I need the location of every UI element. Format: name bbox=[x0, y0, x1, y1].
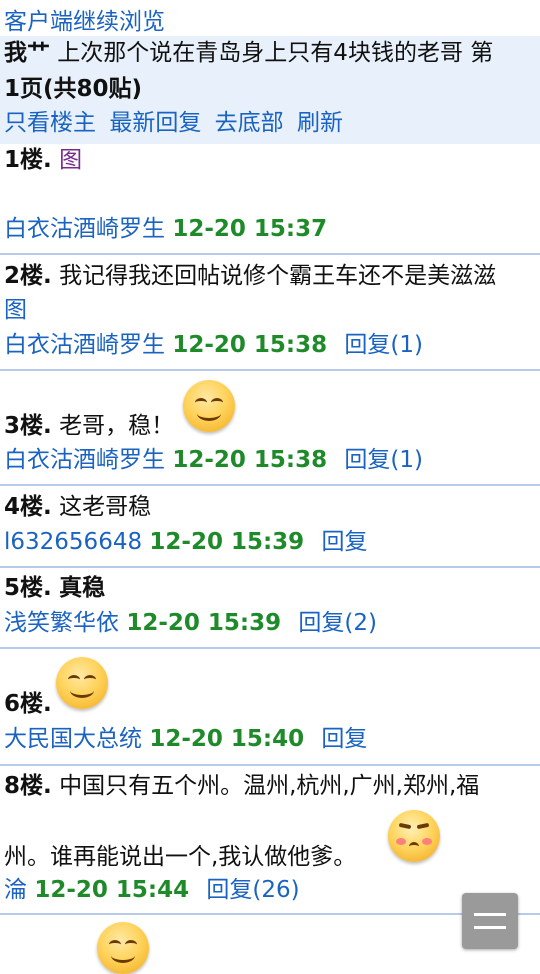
reply-link[interactable]: 回复(2) bbox=[298, 610, 377, 636]
author-link[interactable]: 淪 bbox=[4, 877, 27, 903]
post-time: 12-20 15:40 bbox=[149, 726, 305, 752]
divider bbox=[0, 253, 540, 255]
blush-icon bbox=[388, 810, 440, 862]
post-content: 这老哥稳 bbox=[59, 494, 152, 520]
post-3-meta: 白衣沽酒崎罗生 12-20 15:38 回复(1) bbox=[4, 443, 423, 477]
divider bbox=[0, 484, 540, 486]
post-time: 12-20 15:37 bbox=[172, 216, 328, 242]
image-link[interactable]: 图 bbox=[59, 147, 82, 173]
floor-number: 2楼. bbox=[4, 263, 52, 289]
refresh-link[interactable]: 刷新 bbox=[297, 110, 343, 136]
post-3: 3楼. 老哥，稳！ bbox=[4, 409, 174, 443]
menu-icon-bar bbox=[474, 926, 506, 929]
floor-number: 4楼. bbox=[4, 494, 52, 520]
thread-nav: 只看楼主 最新回复 去底部 刷新 bbox=[4, 106, 349, 140]
post-2-meta: 白衣沽酒崎罗生 12-20 15:38 回复(1) bbox=[4, 328, 423, 362]
smile-icon bbox=[56, 657, 108, 709]
post-5-meta: 浅笑繁华依 12-20 15:39 回复(2) bbox=[4, 606, 377, 640]
author-link[interactable]: 白衣沽酒崎罗生 bbox=[4, 216, 165, 242]
reply-link[interactable]: 回复(26) bbox=[206, 877, 299, 903]
menu-icon bbox=[474, 913, 506, 916]
divider bbox=[0, 913, 540, 915]
reply-link[interactable]: 回复(1) bbox=[344, 447, 423, 473]
floor-number: 3楼. bbox=[4, 413, 52, 439]
post-content: 我记得我还回帖说修个霸王车还不是美滋滋 bbox=[59, 263, 497, 289]
author-link[interactable]: 白衣沽酒崎罗生 bbox=[4, 332, 165, 358]
post-2-image: 图 bbox=[4, 293, 27, 327]
post-8-line2: 州。谁再能说出一个,我认做他爹。 bbox=[4, 840, 356, 874]
image-link[interactable]: 图 bbox=[4, 297, 27, 323]
post-content: 老哥，稳！ bbox=[59, 413, 175, 439]
floor-number: 8楼. bbox=[4, 773, 52, 799]
post-6-meta: 大民国大总统 12-20 15:40 回复 bbox=[4, 722, 367, 756]
menu-button[interactable] bbox=[462, 893, 518, 949]
reply-link[interactable]: 回复 bbox=[321, 726, 367, 752]
post-8: 8楼. 中国只有五个州。温州,杭州,广州,郑州,福 bbox=[4, 769, 479, 803]
reply-link[interactable]: 回复(1) bbox=[344, 332, 423, 358]
post-content: 中国只有五个州。温州,杭州,广州,郑州,福 bbox=[59, 773, 480, 799]
author-link[interactable]: 白衣沽酒崎罗生 bbox=[4, 447, 165, 473]
post-2: 2楼. 我记得我还回帖说修个霸王车还不是美滋滋 bbox=[4, 259, 496, 293]
thread-title-prefix: 我艹 bbox=[4, 40, 50, 66]
floor-number: 6楼. bbox=[4, 691, 52, 717]
smile-icon bbox=[183, 380, 235, 432]
post-time: 12-20 15:38 bbox=[172, 447, 328, 473]
divider bbox=[0, 369, 540, 371]
post-time: 12-20 15:38 bbox=[172, 332, 328, 358]
post-4-meta: l632656648 12-20 15:39 回复 bbox=[4, 525, 368, 559]
only-op-link[interactable]: 只看楼主 bbox=[4, 110, 96, 136]
divider bbox=[0, 647, 540, 649]
author-link[interactable]: 浅笑繁华依 bbox=[4, 610, 119, 636]
post-1: 1楼. 图 bbox=[4, 143, 82, 177]
divider bbox=[0, 566, 540, 568]
reply-link[interactable]: 回复 bbox=[322, 529, 368, 555]
floor-number: 5楼. bbox=[4, 575, 52, 601]
author-link[interactable]: l632656648 bbox=[4, 529, 142, 555]
post-content: 州。谁再能说出一个,我认做他爹。 bbox=[4, 844, 357, 870]
thread-title-text: 上次那个说在青岛身上只有4块钱的老哥 第 bbox=[50, 40, 494, 66]
author-link[interactable]: 大民国大总统 bbox=[4, 726, 142, 752]
post-8-meta: 淪 12-20 15:44 回复(26) bbox=[4, 873, 300, 907]
latest-reply-link[interactable]: 最新回复 bbox=[109, 110, 201, 136]
divider bbox=[0, 764, 540, 766]
post-4: 4楼. 这老哥稳 bbox=[4, 490, 151, 524]
post-time: 12-20 15:39 bbox=[126, 610, 282, 636]
thread-header: 我艹 上次那个说在青岛身上只有4块钱的老哥 第 1页(共80贴) 只看楼主 最新… bbox=[0, 36, 540, 144]
post-5: 5楼. 真稳 bbox=[4, 571, 105, 605]
floor-number: 1楼. bbox=[4, 147, 52, 173]
continue-in-app-link[interactable]: 客户端继续浏览 bbox=[4, 2, 165, 36]
smile-icon bbox=[97, 922, 149, 974]
go-bottom-link[interactable]: 去底部 bbox=[215, 110, 284, 136]
top-bar: 客户端继续浏览 bbox=[0, 0, 540, 36]
post-1-meta: 白衣沽酒崎罗生 12-20 15:37 bbox=[4, 212, 327, 246]
page-info: 1页(共80贴) bbox=[4, 76, 143, 102]
post-time: 12-20 15:44 bbox=[34, 877, 190, 903]
post-content: 真稳 bbox=[59, 575, 106, 601]
post-time: 12-20 15:39 bbox=[149, 529, 305, 555]
thread-title: 我艹 上次那个说在青岛身上只有4块钱的老哥 第 bbox=[4, 36, 493, 70]
post-6: 6楼. bbox=[4, 687, 52, 721]
